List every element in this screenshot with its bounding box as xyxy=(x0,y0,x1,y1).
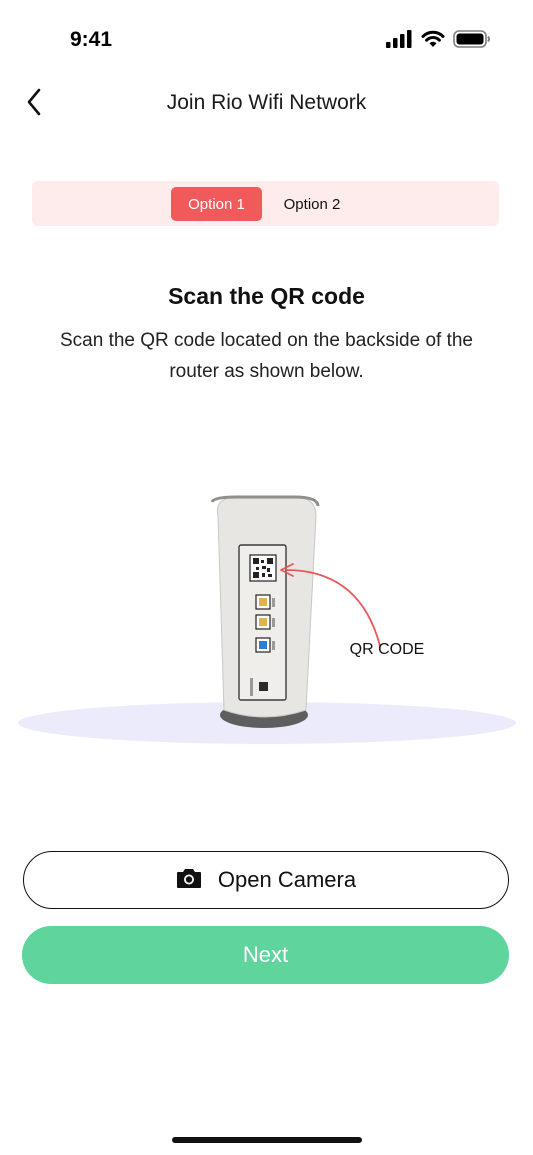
status-bar: 9:41 xyxy=(0,0,533,80)
status-time: 9:41 xyxy=(70,28,113,51)
router-illustration: QR CODE xyxy=(0,480,533,760)
instruction-heading: Scan the QR code xyxy=(168,283,365,309)
qr-code-label: QR CODE xyxy=(350,641,425,658)
page-title: Join Rio Wifi Network xyxy=(166,91,367,114)
option-2-tab[interactable]: Option 2 xyxy=(272,187,352,221)
wifi-icon xyxy=(421,30,445,53)
option-1-tab[interactable]: Option 1 xyxy=(171,187,262,221)
open-camera-label: Open Camera xyxy=(217,867,357,892)
instruction-description: Scan the QR code located on the backside… xyxy=(60,330,473,382)
camera-icon xyxy=(176,867,202,894)
next-button-label: Next xyxy=(242,942,289,967)
qr-code-graphic xyxy=(249,554,277,582)
nav-bar: Join Rio Wifi Network xyxy=(0,80,533,128)
cellular-signal-icon xyxy=(386,30,413,53)
battery-icon xyxy=(453,30,491,53)
status-icons xyxy=(386,30,491,53)
ethernet-ports xyxy=(255,594,275,653)
next-button[interactable]: Next xyxy=(22,926,509,984)
home-indicator xyxy=(172,1137,362,1143)
option-switcher: Option 1 Option 2 xyxy=(32,181,499,226)
open-camera-button[interactable]: Open Camera xyxy=(23,851,509,909)
